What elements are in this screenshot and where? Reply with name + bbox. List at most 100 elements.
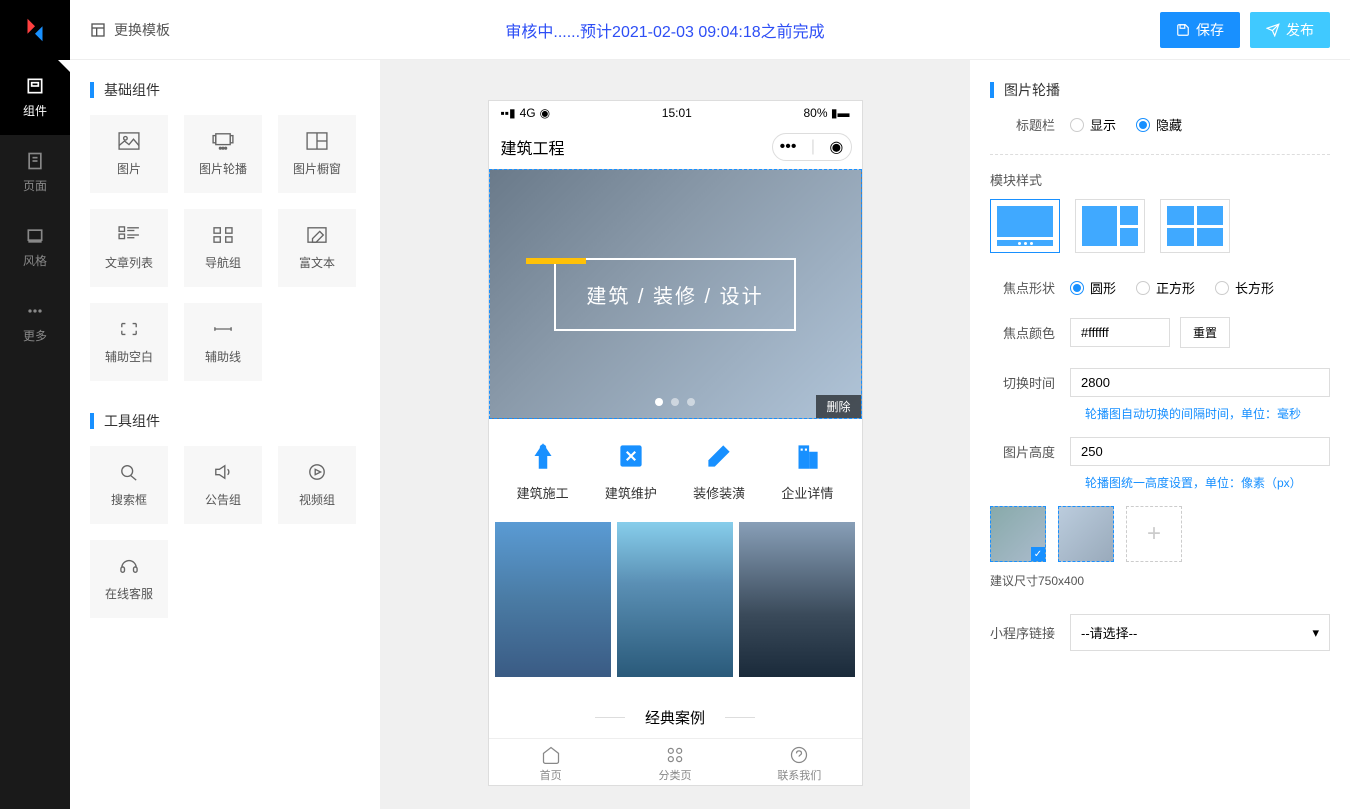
basic-section-title: 基础组件 bbox=[90, 80, 360, 100]
switch-time-hint: 轮播图自动切换的间隔时间，单位：毫秒 bbox=[1085, 405, 1330, 422]
publish-button[interactable]: 发布 bbox=[1250, 12, 1330, 48]
carousel-module[interactable]: 建筑 / 装修 / 设计 删除 bbox=[489, 169, 862, 419]
color-input[interactable] bbox=[1070, 318, 1170, 347]
components-icon bbox=[25, 76, 45, 96]
carousel-indicator bbox=[655, 398, 695, 406]
wifi-icon: ◉ bbox=[540, 106, 550, 120]
link-label: 小程序链接 bbox=[990, 623, 1070, 642]
phone-tabbar: 首页 分类页 联系我们 bbox=[489, 738, 862, 785]
comp-service[interactable]: 在线客服 bbox=[90, 540, 168, 618]
phone-frame: ▪▪▮ 4G ◉ 15:01 80% ▮▬ 建筑工程 •••|◉ 建筑 / 装修… bbox=[488, 100, 863, 786]
reset-button[interactable]: 重置 bbox=[1180, 317, 1230, 348]
img-height-hint: 轮播图统一高度设置，单位：像素（px） bbox=[1085, 474, 1330, 491]
radio-circle[interactable]: 圆形 bbox=[1070, 278, 1116, 297]
nav-rail: 组件 页面 风格 更多 bbox=[0, 0, 70, 809]
radio-square[interactable]: 正方形 bbox=[1136, 278, 1195, 297]
nav-more[interactable]: 更多 bbox=[0, 285, 70, 360]
radio-show[interactable]: 显示 bbox=[1070, 115, 1116, 134]
add-image-button[interactable]: + bbox=[1126, 506, 1182, 562]
showcase-image bbox=[739, 522, 855, 677]
comp-image[interactable]: 图片 bbox=[90, 115, 168, 193]
logo bbox=[0, 0, 70, 60]
nav-grid-item: 装修装潢 bbox=[675, 439, 763, 502]
decoration-icon bbox=[702, 439, 736, 473]
link-select[interactable]: --请选择--▾ bbox=[1070, 614, 1330, 651]
tab-home[interactable]: 首页 bbox=[489, 745, 613, 783]
tab-category[interactable]: 分类页 bbox=[613, 745, 737, 783]
signal-icon: ▪▪▮ bbox=[501, 106, 516, 120]
comp-blank[interactable]: 辅助空白 bbox=[90, 303, 168, 381]
target-icon: ◉ bbox=[829, 137, 843, 157]
properties-panel: 图片轮播 标题栏 显示 隐藏 模块样式 焦点形状 bbox=[970, 60, 1350, 809]
comp-notice[interactable]: 公告组 bbox=[184, 446, 262, 524]
notice-icon bbox=[212, 463, 234, 481]
chevron-down-icon: ▾ bbox=[1312, 625, 1319, 641]
image-icon bbox=[118, 132, 140, 150]
comp-nav-group[interactable]: 导航组 bbox=[184, 209, 262, 287]
comp-rich-text[interactable]: 富文本 bbox=[278, 209, 356, 287]
nav-grid[interactable]: 建筑施工 建筑维护 装修装潢 企业详情 bbox=[489, 419, 862, 522]
switch-time-input[interactable] bbox=[1070, 368, 1330, 397]
img-height-input[interactable] bbox=[1070, 437, 1330, 466]
showcase-image bbox=[495, 522, 611, 677]
showcase-image bbox=[617, 522, 733, 677]
section-heading: 经典案例 bbox=[489, 692, 862, 738]
img-height-label: 图片高度 bbox=[990, 442, 1070, 461]
nav-grid-item: 建筑施工 bbox=[499, 439, 587, 502]
comp-video[interactable]: 视频组 bbox=[278, 446, 356, 524]
carousel-thumb-1[interactable]: ✓ bbox=[990, 506, 1046, 562]
pages-icon bbox=[25, 151, 45, 171]
dots-icon: ••• bbox=[780, 138, 797, 156]
switch-time-label: 切换时间 bbox=[990, 373, 1070, 392]
service-icon bbox=[118, 557, 140, 575]
home-icon bbox=[541, 745, 561, 765]
preview-area: ▪▪▮ 4G ◉ 15:01 80% ▮▬ 建筑工程 •••|◉ 建筑 / 装修… bbox=[380, 60, 970, 809]
props-title: 图片轮播 bbox=[990, 80, 1330, 100]
carousel-thumb-2[interactable] bbox=[1058, 506, 1114, 562]
delete-module-button[interactable]: 删除 bbox=[816, 395, 860, 418]
comp-line[interactable]: 辅助线 bbox=[184, 303, 262, 381]
tab-contact[interactable]: 联系我们 bbox=[737, 745, 861, 783]
comp-window[interactable]: 图片橱窗 bbox=[278, 115, 356, 193]
comp-search[interactable]: 搜索框 bbox=[90, 446, 168, 524]
component-panel: 基础组件 图片 图片轮播 图片橱窗 文章列表 导航组 富文本 辅助空白 辅助线 … bbox=[70, 60, 380, 809]
comp-article-list[interactable]: 文章列表 bbox=[90, 209, 168, 287]
capsule-menu[interactable]: •••|◉ bbox=[772, 133, 852, 161]
nav-style[interactable]: 风格 bbox=[0, 210, 70, 285]
style-option-1[interactable] bbox=[990, 199, 1060, 253]
phone-status-bar: ▪▪▮ 4G ◉ 15:01 80% ▮▬ bbox=[489, 101, 862, 125]
search-icon bbox=[118, 463, 140, 481]
carousel-icon bbox=[212, 132, 234, 150]
nav-grid-item: 企业详情 bbox=[763, 439, 851, 502]
style-option-2[interactable] bbox=[1075, 199, 1145, 253]
image-row[interactable] bbox=[489, 522, 862, 692]
nav-components[interactable]: 组件 bbox=[0, 60, 70, 135]
line-icon bbox=[212, 320, 234, 338]
style-icon bbox=[25, 226, 45, 246]
phone-time: 15:01 bbox=[662, 106, 692, 120]
tools-section-title: 工具组件 bbox=[90, 411, 360, 431]
radio-rect[interactable]: 长方形 bbox=[1215, 278, 1274, 297]
save-button[interactable]: 保存 bbox=[1160, 12, 1240, 48]
dot-shape-label: 焦点形状 bbox=[990, 278, 1070, 297]
template-icon bbox=[90, 22, 106, 38]
banner-text: 建筑 / 装修 / 设计 bbox=[586, 280, 763, 309]
phone-title: 建筑工程 bbox=[501, 135, 565, 159]
radio-hide[interactable]: 隐藏 bbox=[1136, 115, 1182, 134]
titlebar-label: 标题栏 bbox=[990, 115, 1070, 134]
window-icon bbox=[306, 132, 328, 150]
nav-pages[interactable]: 页面 bbox=[0, 135, 70, 210]
more-icon bbox=[25, 301, 45, 321]
contact-icon bbox=[789, 745, 809, 765]
video-icon bbox=[306, 463, 328, 481]
comp-carousel[interactable]: 图片轮播 bbox=[184, 115, 262, 193]
blank-icon bbox=[118, 320, 140, 338]
dot-color-label: 焦点颜色 bbox=[990, 323, 1070, 342]
header: 更换模板 审核中......预计2021-02-03 09:04:18之前完成 … bbox=[70, 0, 1350, 60]
switch-template-button[interactable]: 更换模板 bbox=[90, 20, 170, 40]
audit-status: 审核中......预计2021-02-03 09:04:18之前完成 bbox=[170, 18, 1160, 42]
style-option-3[interactable] bbox=[1160, 199, 1230, 253]
list-icon bbox=[118, 226, 140, 244]
recommended-size: 建议尺寸750x400 bbox=[990, 572, 1330, 589]
save-icon bbox=[1176, 23, 1190, 37]
